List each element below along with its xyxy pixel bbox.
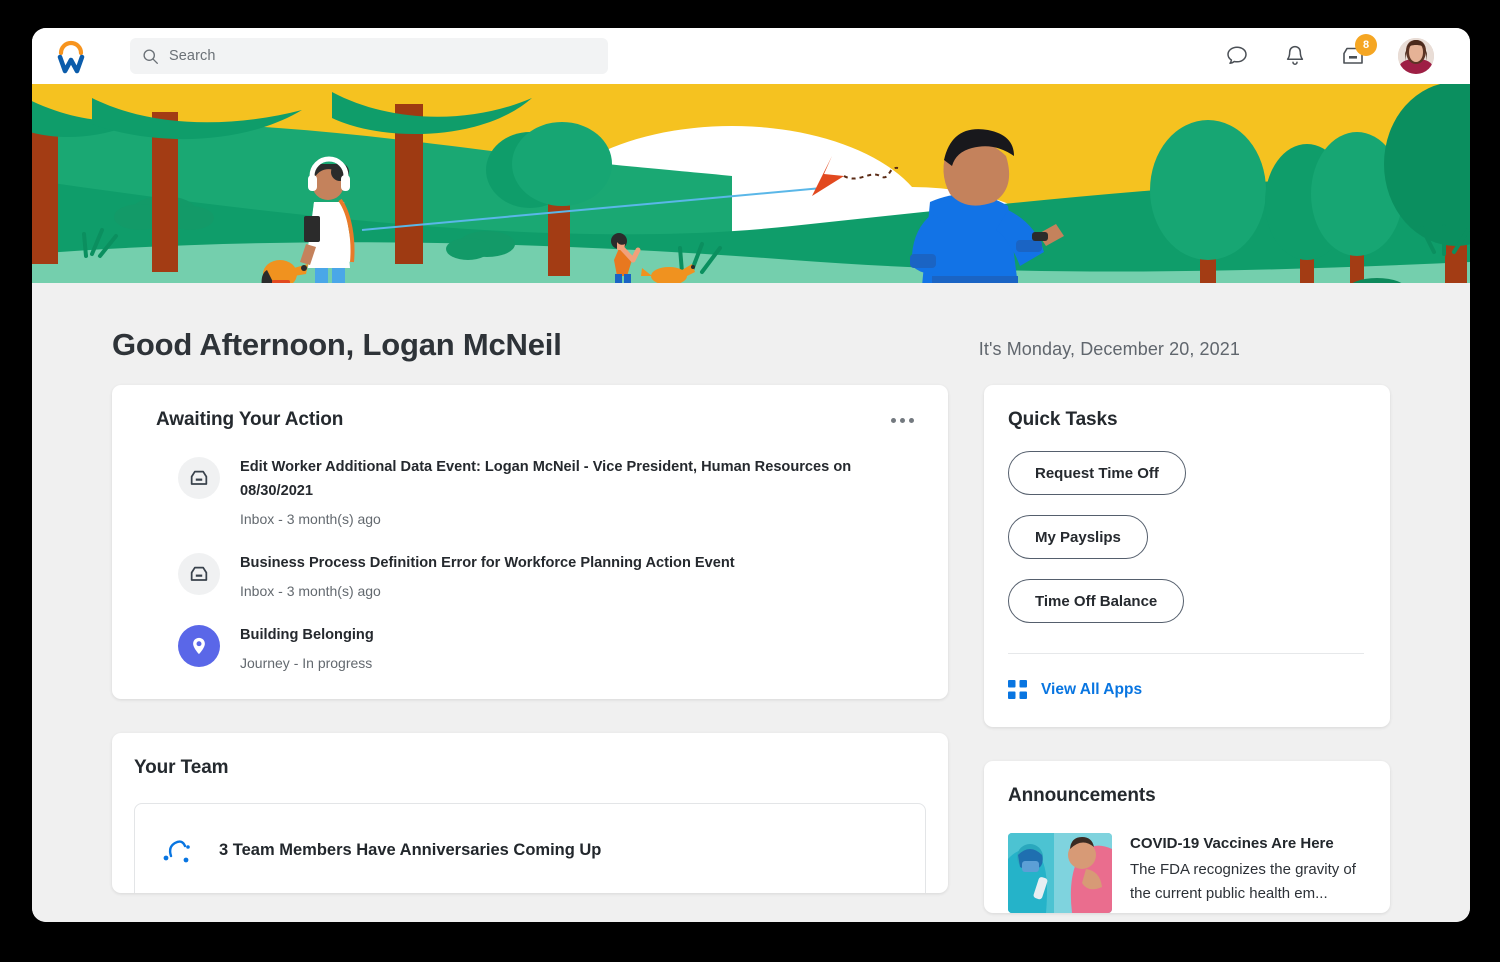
topbar-actions: 8 [1224,38,1446,74]
list-item-title: Edit Worker Additional Data Event: Logan… [240,455,880,503]
chat-icon[interactable] [1224,43,1250,69]
quick-tasks-title: Quick Tasks [1008,409,1364,431]
announcement-text: COVID-19 Vaccines Are Here The FDA recog… [1130,833,1362,913]
time-off-balance-button[interactable]: Time Off Balance [1008,579,1184,623]
workday-w-logo[interactable] [50,36,92,76]
your-team-title: Your Team [134,757,926,779]
inbox-badge-count: 8 [1355,34,1377,56]
page-title: Good Afternoon, Logan McNeil [112,327,562,363]
greeting-row: Good Afternoon, Logan McNeil It's Monday… [32,283,1470,363]
list-item[interactable]: Building Belonging Journey - In progress [134,599,922,671]
current-date: It's Monday, December 20, 2021 [979,339,1422,360]
view-all-apps-link[interactable]: View All Apps [1008,680,1364,699]
list-item[interactable]: Edit Worker Additional Data Event: Logan… [134,431,922,527]
right-column: Quick Tasks Request Time Off My Payslips… [984,385,1390,913]
divider [1008,653,1364,654]
celebration-icon [157,830,197,870]
search-placeholder: Search [169,48,216,64]
list-item-title: Building Belonging [240,623,374,647]
team-anniversaries-row[interactable]: 3 Team Members Have Anniversaries Coming… [134,803,926,893]
dashboard-columns: Awaiting Your Action [32,363,1470,913]
list-item-subtitle: Inbox - 3 month(s) ago [240,511,880,527]
announcement-title: COVID-19 Vaccines Are Here [1130,835,1362,852]
announcement-item[interactable]: COVID-19 Vaccines Are Here The FDA recog… [1008,833,1364,913]
team-anniversaries-label: 3 Team Members Have Anniversaries Coming… [219,841,601,860]
grid-apps-icon [1008,680,1027,699]
inbox-tray-icon [178,457,220,499]
my-payslips-button[interactable]: My Payslips [1008,515,1148,559]
search-icon [142,48,159,65]
inbox-tray-icon [178,553,220,595]
view-all-apps-label: View All Apps [1041,681,1142,699]
request-time-off-button[interactable]: Request Time Off [1008,451,1186,495]
hero-banner-illustration [32,84,1470,283]
search-input[interactable]: Search [130,38,608,74]
list-item[interactable]: Business Process Definition Error for Wo… [134,527,922,599]
app-viewport: Search 8 [32,28,1470,922]
list-item-body: Edit Worker Additional Data Event: Logan… [240,453,880,527]
quick-tasks-card: Quick Tasks Request Time Off My Payslips… [984,385,1390,727]
top-navigation-bar: Search 8 [32,28,1470,84]
your-team-card: Your Team 3 Team Members Have Anniversar… [112,733,948,893]
list-item-title: Business Process Definition Error for Wo… [240,551,735,575]
left-column: Awaiting Your Action [112,385,948,913]
list-item-body: Business Process Definition Error for Wo… [240,549,735,599]
list-item-subtitle: Journey - In progress [240,655,374,671]
announcements-card: Announcements [984,761,1390,913]
dashboard-body: Good Afternoon, Logan McNeil It's Monday… [32,283,1470,922]
more-options-icon[interactable] [891,409,922,423]
list-item-body: Building Belonging Journey - In progress [240,621,374,671]
inbox-icon[interactable]: 8 [1340,43,1366,69]
list-item-subtitle: Inbox - 3 month(s) ago [240,583,735,599]
announcement-description: The FDA recognizes the gravity of the cu… [1130,858,1362,906]
vaccination-photo [1008,833,1112,913]
awaiting-title: Awaiting Your Action [134,409,343,431]
announcements-title: Announcements [1008,785,1364,807]
device-frame: Search 8 [0,0,1500,962]
card-header: Awaiting Your Action [134,409,922,431]
bell-icon[interactable] [1282,43,1308,69]
location-pin-icon [178,625,220,667]
avatar[interactable] [1398,38,1434,74]
awaiting-your-action-card: Awaiting Your Action [112,385,948,699]
